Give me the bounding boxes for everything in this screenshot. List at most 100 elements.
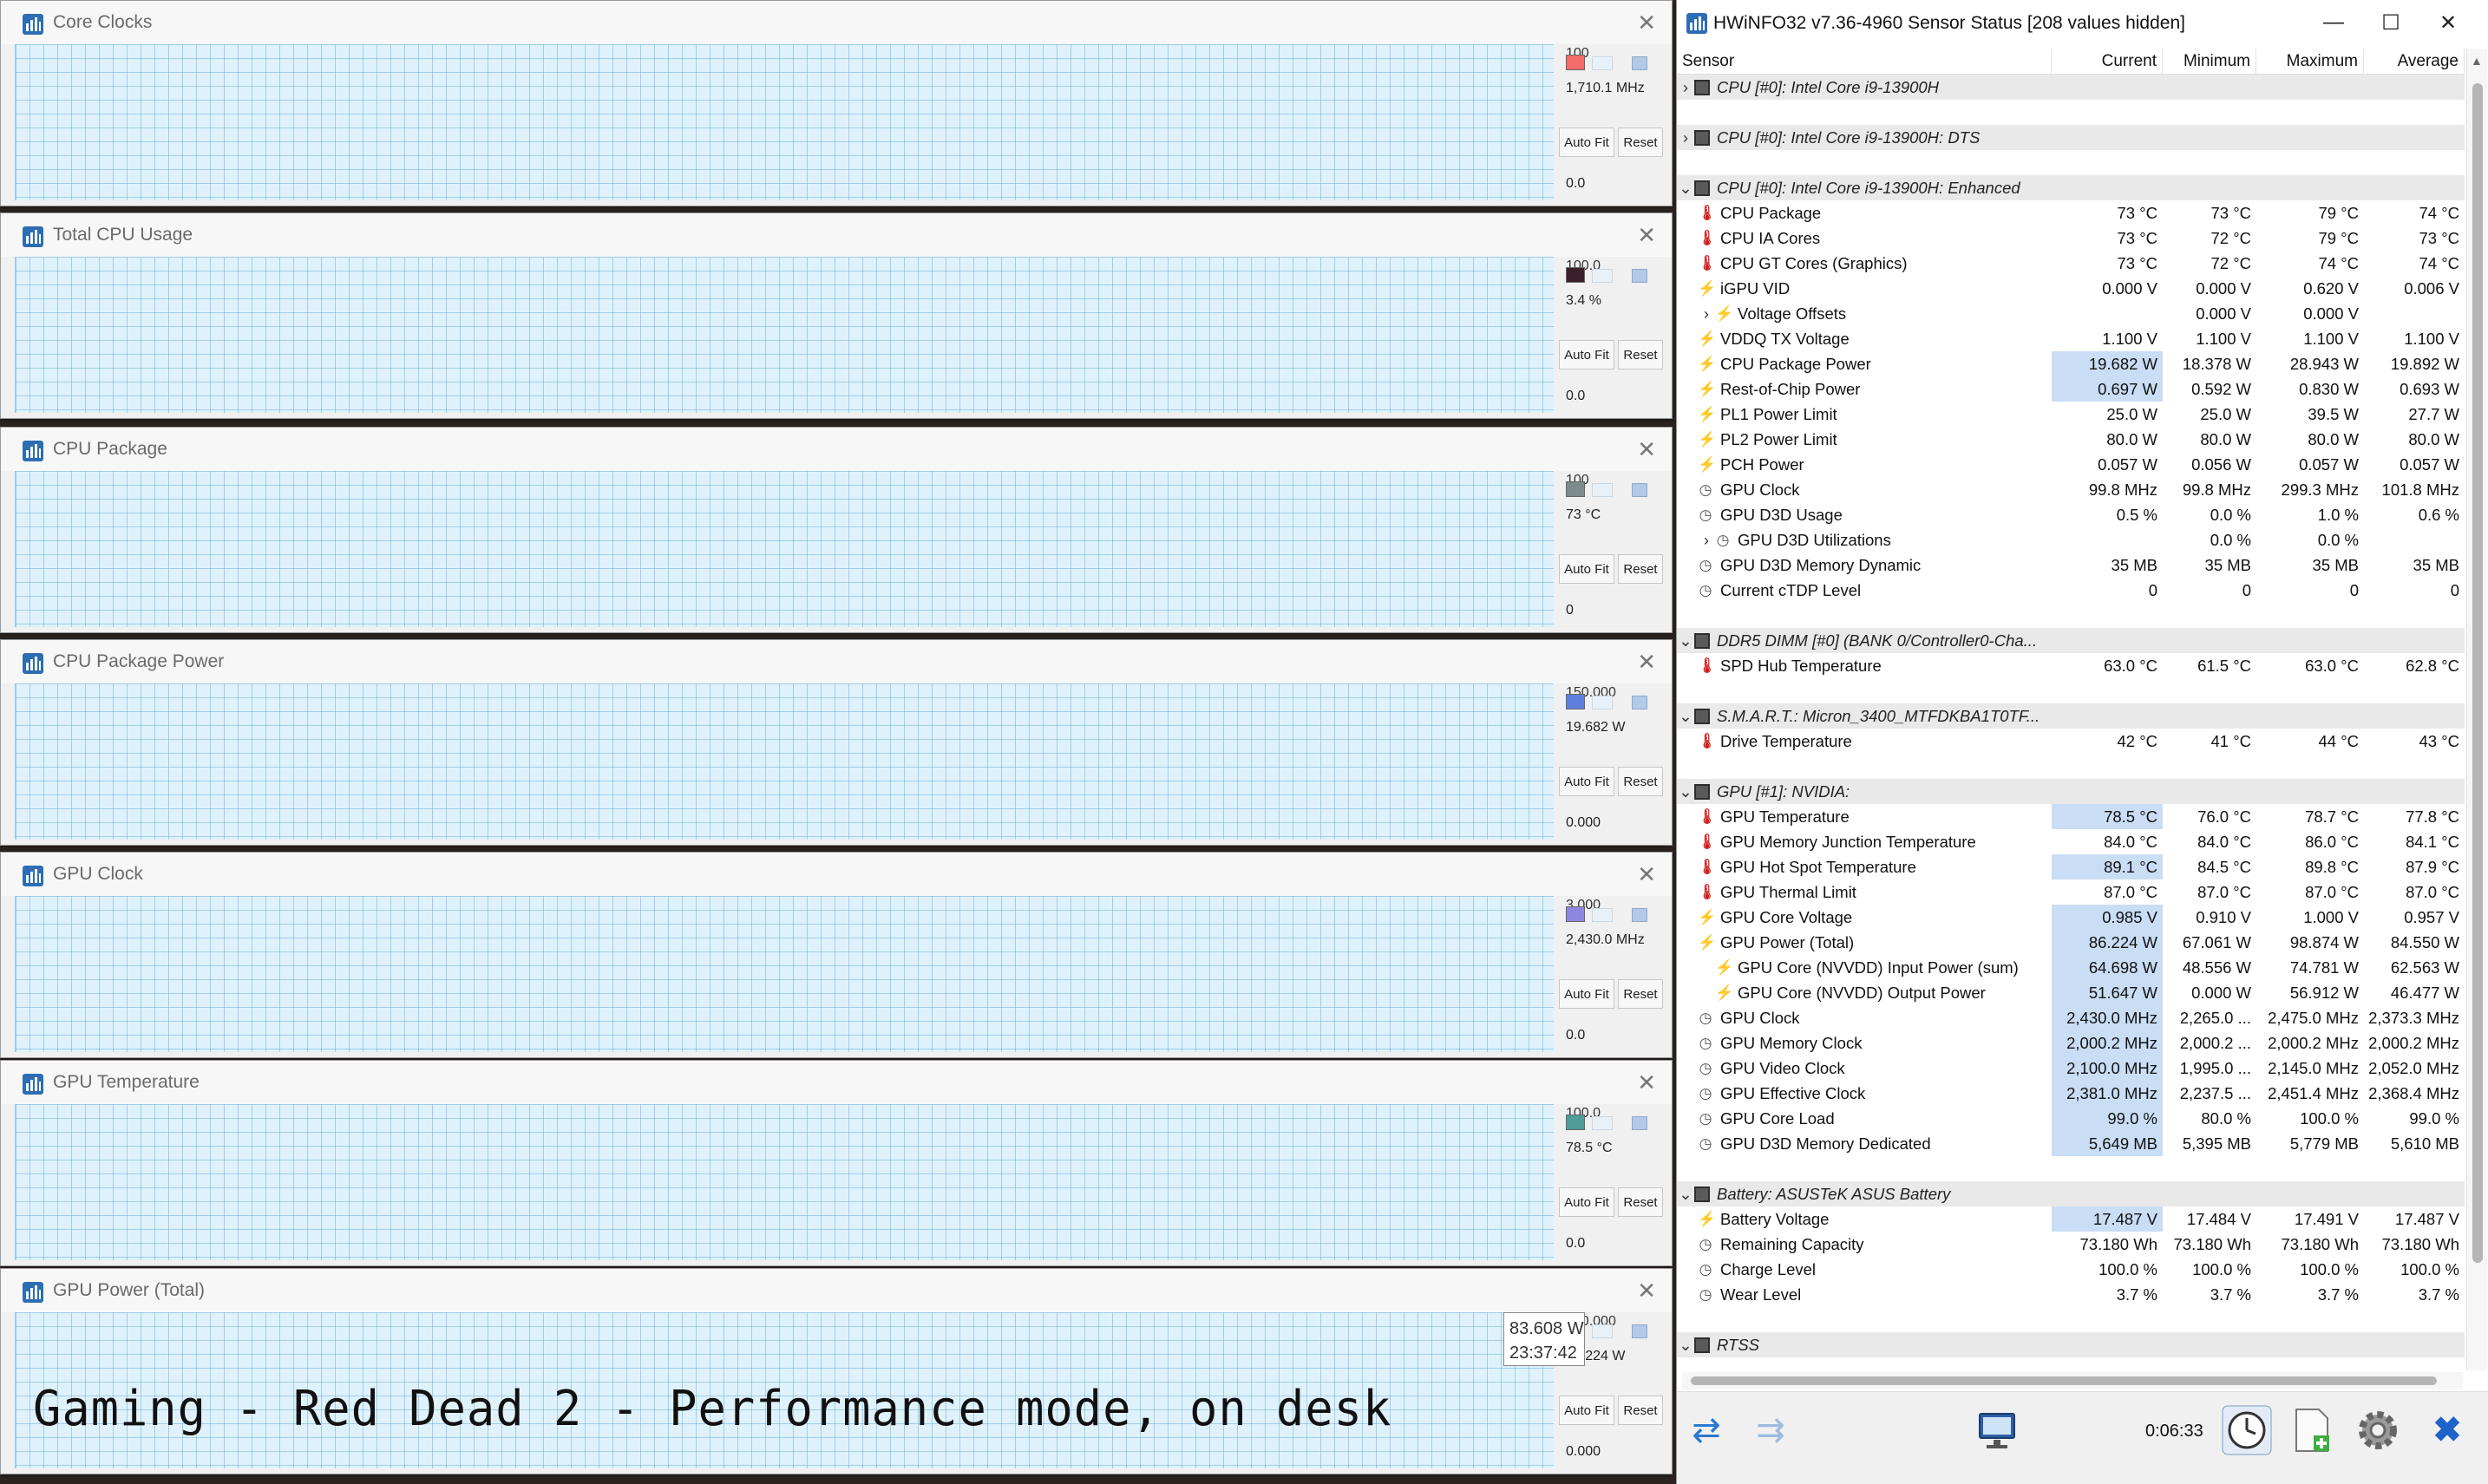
sensor-row[interactable]: ⚡ GPU Power (Total) 86.224 W 67.061 W 98.874… <box>1677 930 2465 955</box>
hscroll-thumb[interactable] <box>1691 1376 2437 1385</box>
auto-fit-button[interactable]: Auto Fit <box>1559 1396 1614 1425</box>
sensor-row[interactable]: ◷ GPU D3D Memory Dedicated 5,649 MB 5,395 M… <box>1677 1131 2465 1156</box>
graph-option-box[interactable] <box>1632 908 1647 922</box>
graph-option-box[interactable] <box>1592 269 1613 283</box>
close-icon[interactable]: ✕ <box>1637 10 1656 36</box>
network-monitor-icon[interactable] <box>1972 1404 2024 1456</box>
close-button[interactable]: ✕ <box>2428 5 2468 40</box>
col-current[interactable]: Current <box>2052 49 2163 75</box>
sensor-group-header[interactable]: ⌄ GPU [#1]: NVIDIA: <box>1677 779 2465 804</box>
col-maximum[interactable]: Maximum <box>2256 49 2364 75</box>
close-icon[interactable]: ✕ <box>1637 1069 1656 1096</box>
minimize-button[interactable]: — <box>2314 5 2354 40</box>
graph-option-box[interactable] <box>1592 696 1613 709</box>
auto-fit-button[interactable]: Auto Fit <box>1559 127 1614 157</box>
sensor-row[interactable]: 🌡 GPU Thermal Limit 87.0 °C 87.0 °C 87.0 °C 8… <box>1677 879 2465 905</box>
expand-chevron-icon[interactable]: › <box>1677 125 1694 150</box>
graph-color-swatch[interactable] <box>1566 694 1585 709</box>
sensor-row[interactable]: ◷ Remaining Capacity 73.180 Wh 73.180 Wh 73.… <box>1677 1232 2465 1257</box>
graph-option-box[interactable] <box>1592 1324 1613 1338</box>
col-sensor[interactable]: Sensor <box>1677 49 2052 75</box>
reset-button[interactable]: Reset <box>1618 127 1663 157</box>
reset-button[interactable]: Reset <box>1618 554 1663 584</box>
graph-option-box[interactable] <box>1632 1324 1647 1338</box>
sensor-row[interactable]: ◷ GPU D3D Memory Dynamic 35 MB 35 MB 35 MB 35… <box>1677 552 2465 578</box>
auto-fit-button[interactable]: Auto Fit <box>1559 1187 1614 1217</box>
sensor-row[interactable]: ◷ Current cTDP Level 0 0 0 0 <box>1677 578 2465 603</box>
sensor-row[interactable]: ⚡ CPU Package Power 19.682 W 18.378 W 28.943… <box>1677 351 2465 376</box>
exit-icon[interactable]: ✖ <box>2419 1404 2475 1456</box>
graph-option-box[interactable] <box>1592 908 1613 922</box>
sensor-row[interactable]: ◷ GPU Core Load 99.0 % 80.0 % 100.0 % 99.0 % <box>1677 1106 2465 1131</box>
add-report-icon[interactable] <box>2284 1404 2340 1456</box>
sensor-row[interactable]: 🌡 CPU GT Cores (Graphics) 73 °C 72 °C 74 °C 7… <box>1677 251 2465 276</box>
expand-chevron-icon[interactable]: › <box>1677 75 1694 100</box>
graph-color-swatch[interactable] <box>1566 55 1585 70</box>
sensor-row[interactable]: ⚡ GPU Core (NVVDD) Output Power 51.647 W 0.… <box>1677 980 2465 1005</box>
sensor-row[interactable]: 🌡 SPD Hub Temperature 63.0 °C 61.5 °C 63.0 °… <box>1677 653 2465 678</box>
sensor-row[interactable]: ◷ GPU Video Clock 2,100.0 MHz 1,995.0 ... 2,… <box>1677 1056 2465 1081</box>
reset-button[interactable]: Reset <box>1618 1396 1663 1425</box>
graph-titlebar[interactable]: GPU Clock ✕ <box>1 853 1672 896</box>
sensor-row[interactable]: ⚡ PCH Power 0.057 W 0.056 W 0.057 W 0.057 W <box>1677 452 2465 477</box>
expand-chevron-icon[interactable]: ⌄ <box>1677 1332 1694 1357</box>
reset-button[interactable]: Reset <box>1618 767 1663 796</box>
graph-window[interactable]: Core Clocks ✕ 100 1,710.1 MHz Auto Fit Reset 0… <box>0 0 1673 206</box>
col-minimum[interactable]: Minimum <box>2163 49 2256 75</box>
graph-window[interactable]: CPU Package ✕ 100 73 °C Auto Fit Reset 0 <box>0 427 1673 633</box>
close-icon[interactable]: ✕ <box>1637 436 1656 463</box>
sensor-row[interactable]: ⚡ Rest-of-Chip Power 0.697 W 0.592 W 0.830 W… <box>1677 376 2465 402</box>
scroll-thumb[interactable] <box>2472 83 2483 1263</box>
sensor-window-titlebar[interactable]: HWiNFO32 v7.36-4960 Sensor Status [208 v… <box>1677 0 2488 47</box>
sensor-group-header[interactable]: › CPU [#0]: Intel Core i9-13900H: DTS <box>1677 125 2465 150</box>
close-icon[interactable]: ✕ <box>1637 222 1656 249</box>
graph-option-box[interactable] <box>1592 1116 1613 1130</box>
sensor-row[interactable]: ◷ GPU Clock 2,430.0 MHz 2,265.0 ... 2,475.0 … <box>1677 1005 2465 1030</box>
expand-chevron-icon[interactable]: ⌄ <box>1677 703 1694 729</box>
sensor-group-header[interactable]: ⌄ RTSS <box>1677 1332 2465 1357</box>
graph-color-swatch[interactable] <box>1566 267 1585 283</box>
scroll-up-icon[interactable]: ▲ <box>2471 54 2483 68</box>
graph-option-box[interactable] <box>1632 56 1647 70</box>
close-icon[interactable]: ✕ <box>1637 861 1656 888</box>
close-icon[interactable]: ✕ <box>1637 1278 1656 1304</box>
graph-titlebar[interactable]: GPU Temperature ✕ <box>1 1061 1672 1104</box>
expand-chevron-icon[interactable]: ⌄ <box>1677 1181 1694 1206</box>
sensor-row[interactable]: ◷ GPU Effective Clock 2,381.0 MHz 2,237.5 .… <box>1677 1081 2465 1106</box>
sensor-row[interactable]: ⚡ iGPU VID 0.000 V 0.000 V 0.620 V 0.006 V <box>1677 276 2465 301</box>
auto-fit-button[interactable]: Auto Fit <box>1559 340 1614 369</box>
reset-button[interactable]: Reset <box>1618 340 1663 369</box>
sensor-row[interactable]: ◷ GPU Clock 99.8 MHz 99.8 MHz 299.3 MHz 101.8… <box>1677 477 2465 502</box>
graph-color-swatch[interactable] <box>1566 1115 1585 1130</box>
sensor-group-header[interactable]: ⌄ Battery: ASUSTeK ASUS Battery <box>1677 1181 2465 1206</box>
graph-window[interactable]: Total CPU Usage ✕ 100.0 3.4 % Auto Fit Reset 0… <box>0 212 1673 419</box>
graph-titlebar[interactable]: Core Clocks ✕ <box>1 1 1672 44</box>
sensor-row[interactable]: 🌡 GPU Hot Spot Temperature 89.1 °C 84.5 °C 8… <box>1677 854 2465 879</box>
expand-chevron-icon[interactable]: ⌄ <box>1677 628 1694 653</box>
expand-chevron-icon[interactable]: › <box>1698 527 1715 552</box>
auto-fit-button[interactable]: Auto Fit <box>1559 554 1614 584</box>
graph-option-box[interactable] <box>1592 56 1613 70</box>
expand-chevron-icon[interactable]: ⌄ <box>1677 175 1694 200</box>
graph-option-box[interactable] <box>1632 483 1647 497</box>
graph-option-box[interactable] <box>1632 1116 1647 1130</box>
sensor-row[interactable]: 🌡 GPU Temperature 78.5 °C 76.0 °C 78.7 °C 77.… <box>1677 804 2465 829</box>
horizontal-scrollbar[interactable] <box>1682 1372 2463 1389</box>
sensor-row[interactable]: ◷ GPU Memory Clock 2,000.2 MHz 2,000.2 ... 2… <box>1677 1030 2465 1056</box>
graph-titlebar[interactable]: Total CPU Usage ✕ <box>1 213 1672 257</box>
maximize-button[interactable]: ☐ <box>2371 5 2411 40</box>
sensor-row[interactable]: ◷ Wear Level 3.7 % 3.7 % 3.7 % 3.7 % <box>1677 1282 2465 1307</box>
close-icon[interactable]: ✕ <box>1637 649 1656 676</box>
sensor-row[interactable]: ⚡ Battery Voltage 17.487 V 17.484 V 17.491 V… <box>1677 1206 2465 1232</box>
graph-option-box[interactable] <box>1632 269 1647 283</box>
sensor-row[interactable]: 🌡 Drive Temperature 42 °C 41 °C 44 °C 43 °C <box>1677 729 2465 754</box>
expand-chevron-icon[interactable]: ⌄ <box>1677 779 1694 804</box>
sensor-row[interactable]: › ⚡ Voltage Offsets 0.000 V 0.000 V <box>1677 301 2465 326</box>
sensor-row[interactable]: ⚡ VDDQ TX Voltage 1.100 V 1.100 V 1.100 V 1.1… <box>1677 326 2465 351</box>
graph-option-box[interactable] <box>1632 696 1647 709</box>
sensor-row[interactable]: ◷ GPU D3D Usage 0.5 % 0.0 % 1.0 % 0.6 % <box>1677 502 2465 527</box>
sensor-row[interactable]: ⚡ PL1 Power Limit 25.0 W 25.0 W 39.5 W 27.7 W <box>1677 402 2465 427</box>
sensor-row[interactable]: › ◷ GPU D3D Utilizations 0.0 % 0.0 % <box>1677 527 2465 552</box>
graph-window[interactable]: GPU Temperature ✕ 100.0 78.5 °C Auto Fit Rese… <box>0 1060 1673 1266</box>
expand-chevron-icon[interactable]: › <box>1698 301 1715 326</box>
